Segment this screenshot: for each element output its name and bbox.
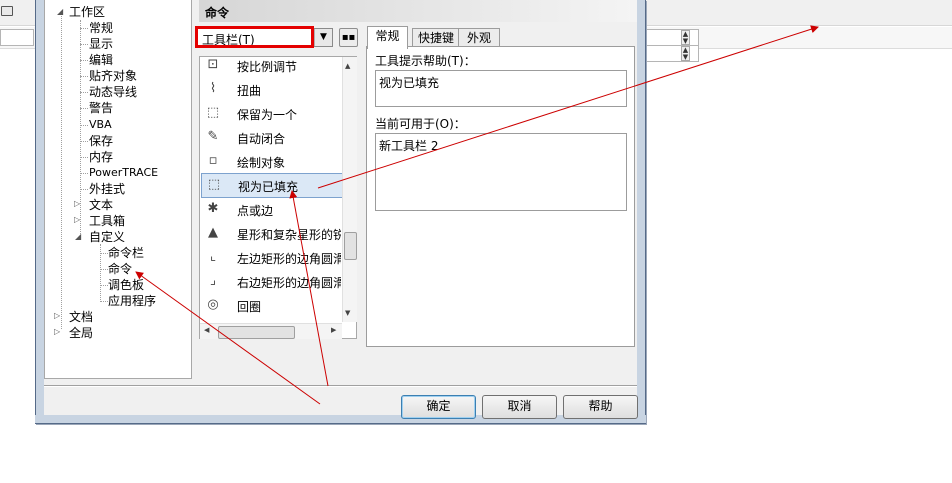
tooltip-help-label: 工具提示帮助(T)： xyxy=(375,54,476,68)
list-item[interactable]: ▫ 绘制对象 xyxy=(201,150,341,173)
tree-node-snap[interactable]: 贴齐对象 xyxy=(89,69,137,83)
tree-node-dynamic-guides[interactable]: 动态导线 xyxy=(89,85,137,99)
tree-node-general[interactable]: 常规 xyxy=(89,21,113,35)
chevron-down-icon[interactable]: ▼ xyxy=(314,29,332,46)
tree-node-commands[interactable]: 命令 xyxy=(108,262,132,276)
list-item[interactable]: ⌇ 扭曲 xyxy=(201,78,341,101)
help-button[interactable]: 帮助 xyxy=(563,395,638,419)
star-icon: ▲ xyxy=(208,225,218,240)
tree-node-customize[interactable]: 自定义 xyxy=(89,230,125,244)
tree-node-vba[interactable]: VBA xyxy=(89,118,112,132)
tree-node-document[interactable]: 文档 xyxy=(69,310,93,324)
scroll-thumb[interactable] xyxy=(344,232,357,260)
tree-node-display[interactable]: 显示 xyxy=(89,37,113,51)
tree-node-save[interactable]: 保存 xyxy=(89,134,113,148)
dialog-frame-right xyxy=(637,0,646,424)
scroll-right-icon[interactable]: ▶ xyxy=(331,326,336,334)
available-for-label: 当前可用于(O)： xyxy=(375,117,466,131)
list-item[interactable]: ⬚ 保留为一个 xyxy=(201,102,341,125)
treat-as-filled-icon: ⬚ xyxy=(207,177,221,192)
ok-button[interactable]: 确定 xyxy=(401,395,476,419)
tree-node-command-bars[interactable]: 命令栏 xyxy=(108,246,144,260)
options-tree[interactable]: ◢ 工作区 常规 显示 编辑 贴齐对象 动态导线 警告 VBA 保存 内存 Po… xyxy=(44,0,192,379)
tree-node-toolbox[interactable]: 工具箱 xyxy=(89,214,125,228)
list-item-selected[interactable]: ⬚ 视为已填充 xyxy=(201,173,343,198)
tab-general[interactable]: 常规 xyxy=(367,26,408,49)
tree-node-edit[interactable]: 编辑 xyxy=(89,53,113,67)
list-item[interactable]: ⌟ 右边矩形的边角圆滑 xyxy=(201,270,341,293)
tree-node-memory[interactable]: 内存 xyxy=(89,150,113,164)
auto-close-icon: ✎ xyxy=(207,129,219,144)
scale-icon: ⊡ xyxy=(207,57,219,72)
spin-buttons-2[interactable]: ▲ ▼ xyxy=(681,46,690,61)
vertical-scrollbar[interactable]: ▲ ▼ xyxy=(342,57,357,322)
distort-icon: ⌇ xyxy=(209,81,217,96)
horizontal-scrollbar[interactable]: ◀ ▶ xyxy=(200,323,342,339)
collapse-icon[interactable]: ◢ xyxy=(75,232,81,241)
tree-node-powertrace[interactable]: PowerTRACE xyxy=(89,166,158,180)
tree-node-text[interactable]: 文本 xyxy=(89,198,113,212)
scroll-up-icon[interactable]: ▲ xyxy=(345,62,350,70)
list-item[interactable]: ▲ 星形和复杂星形的锐 xyxy=(201,222,341,245)
binoculars-icon: ▪▪ xyxy=(341,32,356,43)
tree-node-palette[interactable]: 调色板 xyxy=(108,278,144,292)
find-button[interactable]: ▪▪ xyxy=(339,28,358,47)
cancel-button[interactable]: 取消 xyxy=(482,395,557,419)
keep-as-one-icon: ⬚ xyxy=(206,105,220,120)
background-input-left[interactable] xyxy=(0,29,34,46)
scroll-left-icon[interactable]: ◀ xyxy=(204,326,209,334)
scroll-down-icon[interactable]: ▼ xyxy=(345,309,350,317)
button-separator xyxy=(44,385,637,387)
tree-node-application[interactable]: 应用程序 xyxy=(108,294,156,308)
expand-icon[interactable]: ▷ xyxy=(54,311,60,320)
right-corner-icon: ⌟ xyxy=(209,273,217,288)
draw-object-icon: ▫ xyxy=(208,153,218,168)
tree-node-plugins[interactable]: 外挂式 xyxy=(89,182,125,196)
tab-panel-general: 工具提示帮助(T)： 视为已填充 当前可用于(O)： 新工具栏 2 xyxy=(366,46,635,347)
point-or-edge-icon: ✱ xyxy=(207,201,219,216)
expand-icon[interactable]: ▷ xyxy=(74,215,80,224)
command-list[interactable]: ⊡ 按比例调节 ⌇ 扭曲 ⬚ 保留为一个 ✎ 自动闭合 ▫ 绘制对象 ⬚ 视为已… xyxy=(199,56,357,339)
expand-icon[interactable]: ▷ xyxy=(54,327,60,336)
list-item[interactable]: ◎ 回圈 xyxy=(201,294,341,317)
tree-node-global[interactable]: 全局 xyxy=(69,326,93,340)
collapse-icon[interactable]: ◢ xyxy=(57,7,63,16)
tree-node-workspace[interactable]: 工作区 xyxy=(69,5,105,19)
tooltip-help-field[interactable]: 视为已填充 xyxy=(375,70,627,107)
available-for-list[interactable]: 新工具栏 2 xyxy=(375,133,627,211)
dialog-frame-left xyxy=(35,0,44,424)
list-item[interactable]: ✱ 点或边 xyxy=(201,198,341,221)
scroll-thumb[interactable] xyxy=(218,326,295,339)
background-input-right-2[interactable] xyxy=(646,45,699,62)
expand-icon[interactable]: ▷ xyxy=(74,199,80,208)
highlight-box xyxy=(195,26,314,48)
list-item[interactable]: ✎ 自动闭合 xyxy=(201,126,341,149)
left-corner-icon: ⌞ xyxy=(209,249,217,264)
spin-buttons-1[interactable]: ▲ ▼ xyxy=(681,30,690,45)
background-input-right-1[interactable] xyxy=(646,29,699,46)
tree-node-warnings[interactable]: 警告 xyxy=(89,101,113,115)
list-item[interactable]: ⌞ 左边矩形的边角圆滑 xyxy=(201,246,341,269)
panel-title: 命令 xyxy=(205,6,230,20)
loop-icon: ◎ xyxy=(207,297,219,312)
list-item[interactable]: ⊡ 按比例调节 xyxy=(201,54,341,77)
panel-header: 命令 xyxy=(199,0,637,22)
printer-icon[interactable] xyxy=(1,6,13,16)
